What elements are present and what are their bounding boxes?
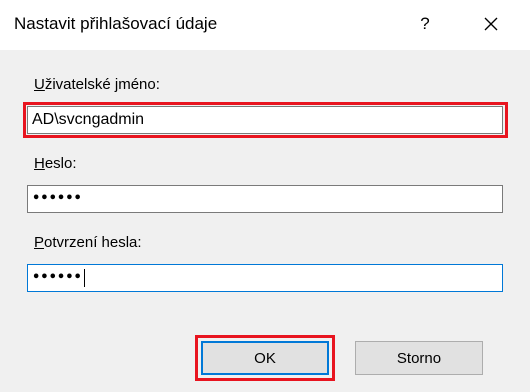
username-label-accesskey: U	[34, 76, 45, 93]
password-field[interactable]: ••••••	[27, 185, 503, 213]
credentials-dialog: Nastavit přihlašovací údaje ? Uživatelsk…	[0, 0, 530, 392]
dialog-title: Nastavit přihlašovací údaje	[14, 14, 218, 33]
username-label-text: živatelské jméno:	[44, 76, 160, 93]
confirm-password-label: Potvrzení hesla:	[34, 234, 142, 251]
username-highlight-box	[23, 102, 508, 138]
cancel-button-label: Storno	[396, 349, 442, 367]
confirm-password-label-text: otvrzení hesla:	[44, 234, 142, 251]
text-caret	[83, 268, 85, 287]
cancel-button[interactable]: Storno	[355, 341, 483, 375]
help-button[interactable]: ?	[412, 11, 438, 37]
confirm-password-label-accesskey: P	[34, 234, 45, 251]
password-label: Heslo:	[34, 155, 77, 172]
confirm-password-value: ••••••	[32, 270, 82, 285]
title-bar: Nastavit přihlašovací údaje ?	[0, 0, 530, 50]
close-icon	[484, 17, 498, 31]
help-label: ?	[420, 14, 430, 33]
confirm-password-field[interactable]: ••••••	[27, 264, 503, 292]
password-label-accesskey: H	[34, 155, 45, 172]
close-button[interactable]	[476, 9, 506, 39]
dialog-content: Uživatelské jméno: AD\svcngadmin Heslo: …	[0, 50, 530, 392]
username-label: Uživatelské jméno:	[34, 76, 160, 93]
password-label-text: eslo:	[44, 155, 77, 172]
ok-highlight-box	[195, 335, 335, 381]
